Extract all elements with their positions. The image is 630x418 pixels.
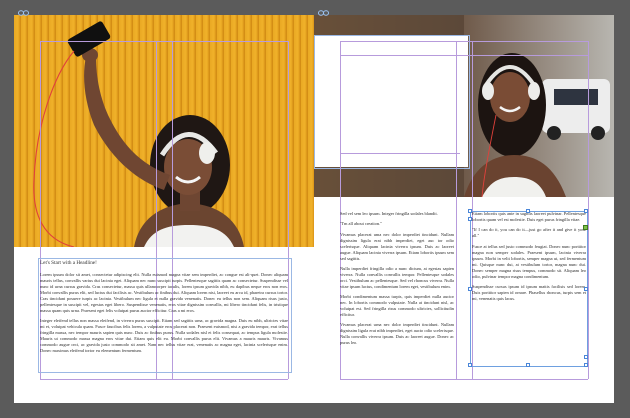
content-grabber[interactable] (583, 225, 588, 230)
selected-text-frame[interactable] (470, 211, 588, 367)
margin-guide-right (588, 41, 589, 379)
out-port[interactable] (584, 355, 588, 359)
pull-quote: "I'm all about creation." (340, 221, 382, 226)
right-text-column-1[interactable]: Sed vel sem leo ipsum. Integer fringilla… (340, 211, 454, 350)
in-port[interactable] (468, 217, 472, 221)
headline: Let's Start with a Headline! (40, 260, 97, 266)
body-paragraph: Vivamus placerat urna nec dolor imperdie… (340, 322, 454, 345)
resize-handle-br[interactable] (584, 363, 588, 367)
body-paragraph: Lorem ipsum dolor sit amet, consectetur … (40, 272, 288, 313)
left-page: Let's Start with a Headline! Lorem ipsum… (14, 15, 314, 403)
horizontal-guide (340, 55, 588, 56)
body-paragraph: Sed vel sem leo ipsum. Integer fringilla… (340, 211, 438, 216)
right-page: Sed vel sem leo ipsum. Integer fringilla… (314, 15, 614, 403)
body-paragraph: Integer eleifend tellus non massa eleife… (40, 318, 288, 353)
margin-guide-top (40, 41, 288, 42)
body-paragraph: Vivamus placerat uma nec dolor imperdiet… (340, 232, 454, 261)
margin-guide-bottom (40, 379, 288, 380)
resize-handle-bottom[interactable] (526, 363, 530, 367)
document-spread: Let's Start with a Headline! Lorem ipsum… (14, 15, 614, 403)
left-text-frame[interactable]: Let's Start with a Headline! Lorem ipsum… (40, 260, 288, 358)
chain-link-icon[interactable] (318, 10, 329, 16)
resize-handle-bl[interactable] (468, 363, 472, 367)
resize-handle-right[interactable] (584, 287, 588, 291)
resize-handle-tr[interactable] (584, 209, 588, 213)
margin-guide-bottom (340, 379, 588, 380)
column-guide (456, 41, 457, 379)
resize-handle-tl[interactable] (468, 209, 472, 213)
body-paragraph: Morbi condimentum massa turpis, quis imp… (340, 294, 454, 317)
resize-handle-left[interactable] (468, 287, 472, 291)
resize-handle-top[interactable] (526, 209, 530, 213)
horizontal-guide (340, 153, 460, 154)
margin-guide-top (340, 41, 588, 42)
left-photo[interactable] (14, 15, 314, 247)
body-paragraph: Nulla imperdiet fringilla odio a nunc di… (340, 266, 454, 289)
chain-link-icon[interactable] (18, 10, 29, 16)
